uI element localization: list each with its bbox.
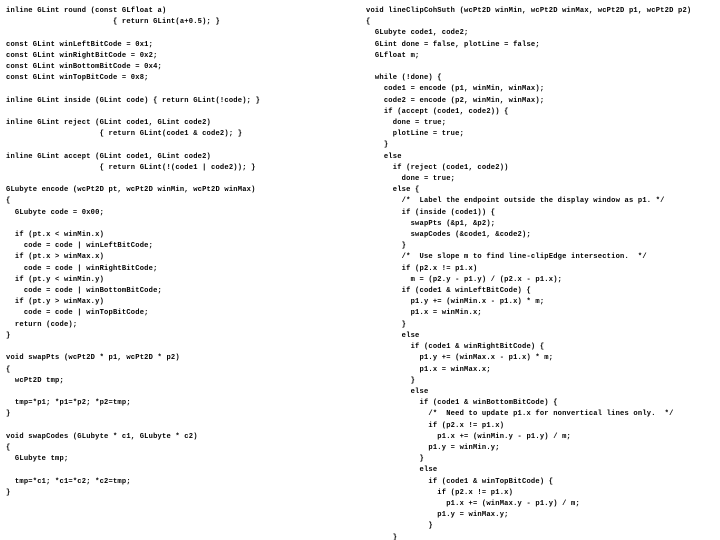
code-page: inline GLint round (const GLfloat a) { r… xyxy=(0,0,720,540)
right-code-column: void lineClipCohSuth (wcPt2D winMin, wcP… xyxy=(366,6,714,534)
left-code-column: inline GLint round (const GLfloat a) { r… xyxy=(6,6,354,534)
